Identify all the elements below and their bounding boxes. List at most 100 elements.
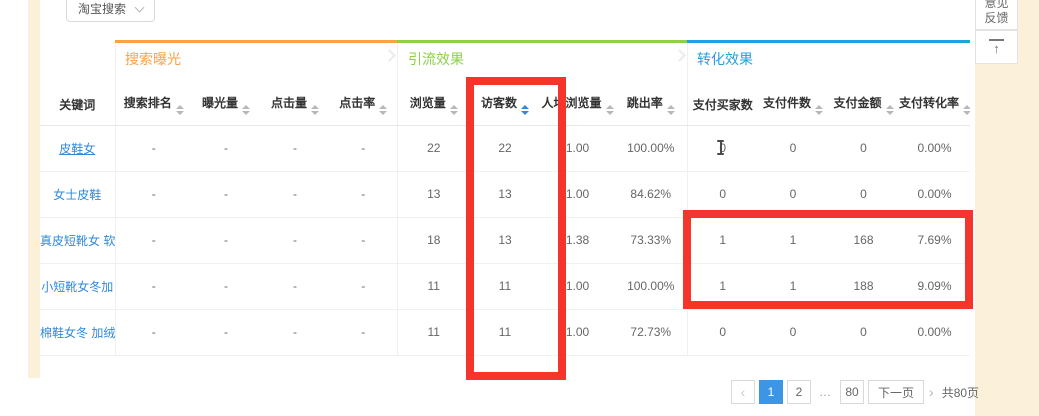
prev-page-button[interactable]: ‹ [731, 380, 755, 404]
data-cell: 0 [828, 309, 899, 355]
text-cursor-icon [717, 140, 724, 155]
table-row: 女士皮鞋----13131.0084.62%0000.00% [40, 171, 970, 217]
data-cell: 9.09% [899, 263, 970, 309]
data-cell: 11 [397, 263, 470, 309]
column-header[interactable]: 点击量 [260, 85, 330, 125]
sort-icon[interactable] [667, 105, 675, 115]
column-header[interactable]: 访客数 [470, 85, 540, 125]
keyword-link[interactable]: 棉鞋女冬 加绒 [40, 309, 115, 355]
column-label: 曝光量 [202, 96, 238, 110]
data-cell: 11 [470, 263, 540, 309]
sort-icon[interactable] [450, 105, 458, 115]
table-row: 真皮短靴女 软----18131.3873.33%111687.69% [40, 217, 970, 263]
data-cell: 84.62% [615, 171, 687, 217]
sort-icon[interactable] [311, 105, 319, 115]
column-header[interactable]: 曝光量 [192, 85, 260, 125]
data-cell: 0 [828, 125, 899, 171]
column-label: 点击率 [339, 96, 375, 110]
keyword-analytics-table: 关键词 搜索排名 曝光量 点击量 点击率 浏览量 访客数 人均浏览量跳出率支付买家数支付件数 支… [40, 85, 970, 356]
column-label: 浏览量 [410, 96, 446, 110]
data-cell: - [115, 171, 192, 217]
group-label-search-exposure: 搜索曝光 [125, 49, 181, 69]
column-divider [687, 43, 688, 85]
page-button-2[interactable]: 2 [787, 380, 811, 404]
column-label: 点击量 [271, 96, 307, 110]
column-divider [115, 43, 116, 85]
column-label: 人均浏览量 [541, 96, 601, 110]
table-row: 小短靴女冬加----11111.00100.00%111889.09% [40, 263, 970, 309]
feedback-widget[interactable]: 意见反馈 [975, 0, 1018, 30]
data-cell: 13 [397, 171, 470, 217]
sort-icon[interactable] [176, 105, 184, 115]
data-cell: 7.69% [899, 217, 970, 263]
data-cell: 1.00 [540, 171, 615, 217]
data-cell: - [330, 217, 397, 263]
keyword-link[interactable]: 小短靴女冬加 [40, 263, 115, 309]
column-label: 搜索排名 [124, 96, 172, 110]
back-to-top-icon: ↑ [989, 39, 1004, 55]
search-channel-dropdown[interactable]: 淘宝搜索 [66, 0, 155, 22]
column-label: 访客数 [481, 96, 517, 110]
data-cell: 0.00% [899, 171, 970, 217]
data-cell: - [115, 309, 192, 355]
column-header[interactable]: 搜索排名 [115, 85, 192, 125]
keyword-link[interactable]: 女士皮鞋 [40, 171, 115, 217]
data-cell: - [115, 263, 192, 309]
feedback-label: 意见反馈 [984, 0, 1010, 26]
sort-icon[interactable] [963, 105, 970, 115]
data-cell: 18 [397, 217, 470, 263]
column-header[interactable]: 支付金额 [828, 85, 899, 125]
next-page-button[interactable]: 下一页 [868, 380, 924, 404]
group-label-conversion-effect: 转化效果 [697, 49, 753, 69]
data-cell: 1.00 [540, 125, 615, 171]
sort-icon[interactable] [606, 105, 614, 115]
data-cell: 11 [470, 309, 540, 355]
data-cell: 100.00% [615, 263, 687, 309]
keyword-link[interactable]: 真皮短靴女 软 [40, 217, 115, 263]
back-to-top-button[interactable]: ↑ [975, 30, 1018, 64]
data-cell: - [115, 125, 192, 171]
group-divider-icon [383, 49, 396, 62]
data-cell: - [192, 263, 260, 309]
column-label: 支付转化率 [899, 96, 959, 110]
data-cell: 73.33% [615, 217, 687, 263]
column-label: 支付件数 [763, 96, 811, 110]
data-cell: 72.73% [615, 309, 687, 355]
column-header: 支付买家数 [687, 85, 758, 125]
group-divider-icon [673, 49, 686, 62]
data-cell: - [260, 263, 330, 309]
data-cell: 0 [687, 171, 758, 217]
sort-icon[interactable] [379, 105, 387, 115]
column-header[interactable]: 跳出率 [615, 85, 687, 125]
column-header[interactable]: 支付转化率 [899, 85, 970, 125]
column-label: 支付买家数 [693, 98, 753, 112]
data-cell: 1 [758, 263, 828, 309]
data-cell: 1 [687, 217, 758, 263]
data-cell: 168 [828, 217, 899, 263]
sort-icon[interactable] [242, 105, 250, 115]
column-header[interactable]: 支付件数 [758, 85, 828, 125]
column-header[interactable]: 人均浏览量 [540, 85, 615, 125]
data-cell: 0 [758, 309, 828, 355]
data-cell: 0 [758, 171, 828, 217]
data-cell: - [192, 217, 260, 263]
group-line-traffic-effect [397, 40, 687, 43]
table-body: 皮鞋女----22221.00100.00%0000.00%女士皮鞋----13… [40, 125, 970, 355]
data-cell: - [260, 217, 330, 263]
data-cell: 100.00% [615, 125, 687, 171]
sort-icon[interactable] [815, 105, 823, 115]
data-cell: 22 [470, 125, 540, 171]
sort-icon[interactable] [886, 105, 894, 115]
pagination-ellipsis: … [815, 385, 836, 399]
column-label: 支付金额 [833, 96, 881, 110]
column-label: 关键词 [59, 98, 95, 112]
page-button-1[interactable]: 1 [759, 380, 783, 404]
column-header[interactable]: 点击率 [330, 85, 397, 125]
group-label-traffic-effect: 引流效果 [408, 49, 464, 69]
column-header[interactable]: 浏览量 [397, 85, 470, 125]
data-cell: - [260, 309, 330, 355]
data-cell: 0 [758, 125, 828, 171]
keyword-link[interactable]: 皮鞋女 [40, 125, 115, 171]
sort-icon-active[interactable] [521, 105, 529, 115]
page-button-80[interactable]: 80 [840, 380, 864, 404]
